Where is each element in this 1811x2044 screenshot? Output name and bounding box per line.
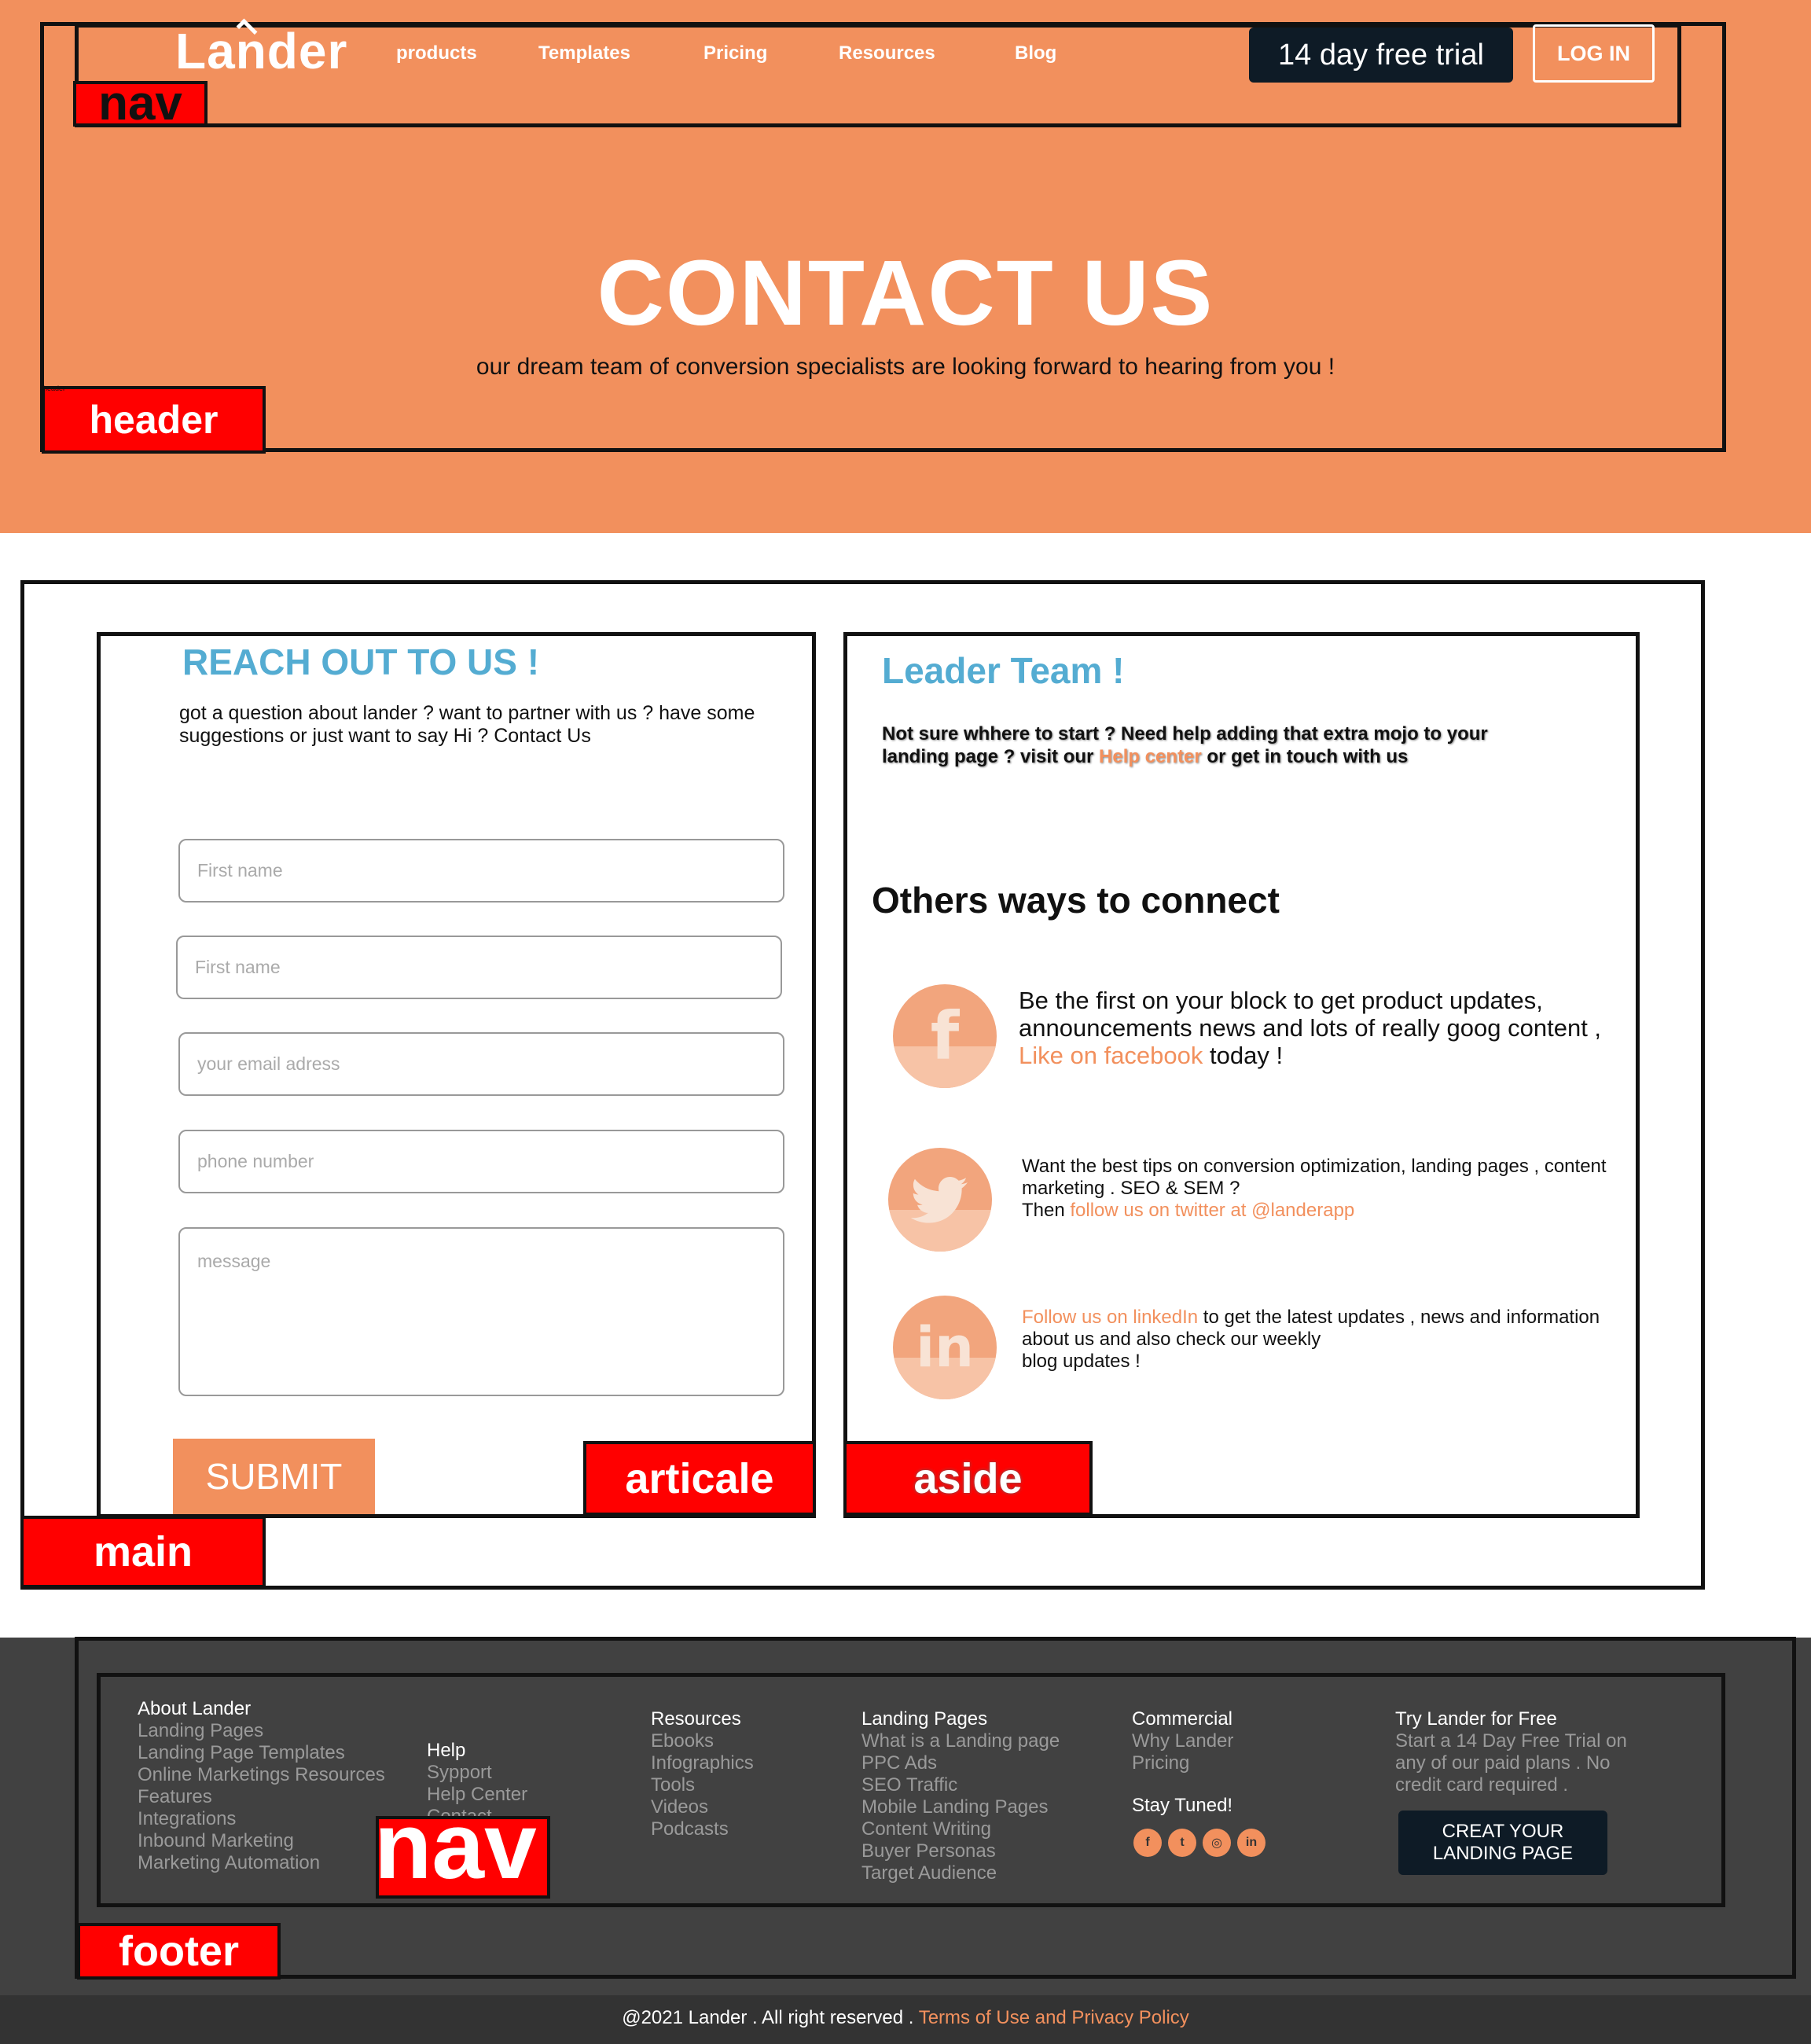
facebook-icon[interactable]: f	[893, 984, 997, 1088]
leader-text-part: or get in touch with us	[1201, 746, 1409, 767]
nav-link-blog[interactable]: Blog	[1015, 42, 1056, 64]
footer-link[interactable]: Ebooks	[651, 1730, 824, 1752]
nav-link-templates[interactable]: Templates	[538, 42, 630, 64]
copyright-notice: @2021 Lander . All right reserved .	[622, 2007, 919, 2028]
footer-instagram-icon[interactable]: ◎	[1203, 1829, 1231, 1857]
linkedin-blurb: Follow us on linkedIn to get the latest …	[1022, 1307, 1627, 1373]
footer-link[interactable]: Buyer Personas	[861, 1840, 1066, 1862]
footer-column-about: About Lander Landing Pages Landing Page …	[138, 1698, 405, 1874]
footer-link[interactable]: Podcasts	[651, 1818, 824, 1840]
contact-form-intro: got a question about lander ? want to pa…	[179, 702, 755, 747]
footer-link[interactable]: Features	[138, 1786, 405, 1808]
free-trial-button[interactable]: 14 day free trial	[1249, 28, 1513, 83]
linkedin-text-2: blog updates !	[1022, 1351, 1141, 1372]
annotation-header-label: header	[42, 386, 266, 454]
twitter-link[interactable]: follow us on twitter at @landerapp	[1070, 1200, 1354, 1221]
footer-column-commercial: Commercial Why Lander Pricing	[1132, 1708, 1336, 1774]
facebook-text-after: today !	[1203, 1042, 1284, 1069]
help-center-link[interactable]: Help center	[1099, 746, 1202, 767]
footer-heading: Help	[427, 1740, 466, 1761]
twitter-icon[interactable]	[888, 1148, 992, 1252]
stay-tuned-heading: Stay Tuned!	[1132, 1795, 1233, 1816]
facebook-glyph: f	[930, 998, 960, 1075]
footer-link[interactable]: Tools	[651, 1774, 824, 1796]
footer-link[interactable]: SEO Traffic	[861, 1774, 1066, 1796]
annotation-main-label: main	[20, 1516, 266, 1588]
footer-link[interactable]: PPC Ads	[861, 1752, 1066, 1774]
footer-heading: Landing Pages	[861, 1708, 988, 1730]
footer-link[interactable]: Marketing Automation	[138, 1852, 405, 1874]
twitter-then: Then	[1022, 1200, 1071, 1221]
nav-link-products[interactable]: products	[396, 42, 477, 64]
linkedin-link[interactable]: Follow us on linkedIn	[1022, 1307, 1198, 1328]
footer-heading: Resources	[651, 1708, 741, 1730]
copyright-text: @2021 Lander . All right reserved . Term…	[0, 2007, 1811, 2029]
footer-try-text: Start a 14 Day Free Trial on any of our …	[1395, 1730, 1627, 1796]
annotation-article-label: articale	[583, 1441, 816, 1516]
footer-link[interactable]: Landing Pages	[138, 1720, 405, 1742]
twitter-blurb: Want the best tips on conversion optimiz…	[1022, 1156, 1627, 1222]
twitter-bird-glyph	[911, 1177, 968, 1223]
facebook-text: Be the first on your block to get produc…	[1019, 987, 1602, 1042]
page-subtitle: our dream team of conversion specialists…	[476, 354, 1335, 380]
footer-link[interactable]: Videos	[651, 1796, 824, 1818]
footer-link[interactable]: Inbound Marketing	[138, 1830, 405, 1852]
terms-link[interactable]: Terms of Use and Privacy Policy	[919, 2007, 1189, 2028]
annotation-nav-label: nav	[73, 79, 208, 128]
page-title: CONTACT US	[597, 241, 1214, 345]
annotation-aside-label: aside	[843, 1441, 1093, 1516]
second-name-field[interactable]: First name	[176, 936, 782, 999]
create-landing-page-button[interactable]: CREAT YOUR LANDING PAGE	[1398, 1811, 1607, 1875]
linkedin-glyph: in	[916, 1315, 974, 1380]
annotation-footer-nav-label: nav	[374, 1799, 550, 1899]
footer-linkedin-icon[interactable]: in	[1237, 1829, 1265, 1857]
twitter-text: Want the best tips on conversion optimiz…	[1022, 1156, 1607, 1199]
phone-field[interactable]: phone number	[178, 1130, 784, 1193]
footer-column-try: Try Lander for Free Start a 14 Day Free …	[1395, 1708, 1655, 1796]
login-button[interactable]: LOG IN	[1533, 24, 1655, 83]
footer-link[interactable]: Landing Page Templates	[138, 1742, 405, 1764]
email-field[interactable]: your email adress	[178, 1032, 784, 1096]
leader-team-text: Not sure whhere to start ? Need help add…	[882, 722, 1558, 768]
nav-link-pricing[interactable]: Pricing	[703, 42, 767, 64]
leader-team-title: Leader Team !	[882, 650, 1125, 691]
footer-link[interactable]: Pricing	[1132, 1752, 1336, 1774]
footer-column-resources: Resources Ebooks Infographics Tools Vide…	[651, 1708, 824, 1840]
footer-facebook-icon[interactable]: f	[1133, 1829, 1162, 1857]
first-name-field[interactable]: First name	[178, 839, 784, 903]
footer-link[interactable]: Target Audience	[861, 1862, 1066, 1884]
footer-link[interactable]: Online Marketings Resources	[138, 1764, 405, 1786]
footer-link[interactable]: Integrations	[138, 1808, 405, 1830]
logo[interactable]: Lander	[175, 22, 347, 80]
footer-heading: Try Lander for Free	[1395, 1708, 1557, 1730]
footer-link[interactable]: Sypport	[427, 1762, 584, 1784]
footer-heading: About Lander	[138, 1698, 252, 1719]
footer-link[interactable]: What is a Landing page	[861, 1730, 1066, 1752]
submit-button[interactable]: SUBMIT	[173, 1439, 375, 1514]
linkedin-icon[interactable]: in	[893, 1296, 997, 1399]
facebook-blurb: Be the first on your block to get produc…	[1019, 987, 1616, 1069]
annotation-header-small-label: header	[43, 384, 66, 392]
footer-link[interactable]: Why Lander	[1132, 1730, 1336, 1752]
footer-link[interactable]: Mobile Landing Pages	[861, 1796, 1066, 1818]
footer-column-landing-pages: Landing Pages What is a Landing page PPC…	[861, 1708, 1066, 1901]
message-field[interactable]: message	[178, 1227, 784, 1396]
footer-twitter-icon[interactable]: t	[1168, 1829, 1196, 1857]
facebook-link[interactable]: Like on facebook	[1019, 1042, 1203, 1069]
footer-heading: Commercial	[1132, 1708, 1233, 1730]
footer-link[interactable]: Infographics	[651, 1752, 824, 1774]
footer-link[interactable]: Content Writing	[861, 1818, 1066, 1840]
annotation-footer-nav-text: nav	[374, 1793, 537, 1899]
other-ways-title: Others ways to connect	[872, 880, 1280, 921]
annotation-footer-label: footer	[77, 1923, 281, 1980]
contact-form-title: REACH OUT TO US !	[182, 642, 540, 682]
nav-link-resources[interactable]: Resources	[839, 42, 935, 64]
